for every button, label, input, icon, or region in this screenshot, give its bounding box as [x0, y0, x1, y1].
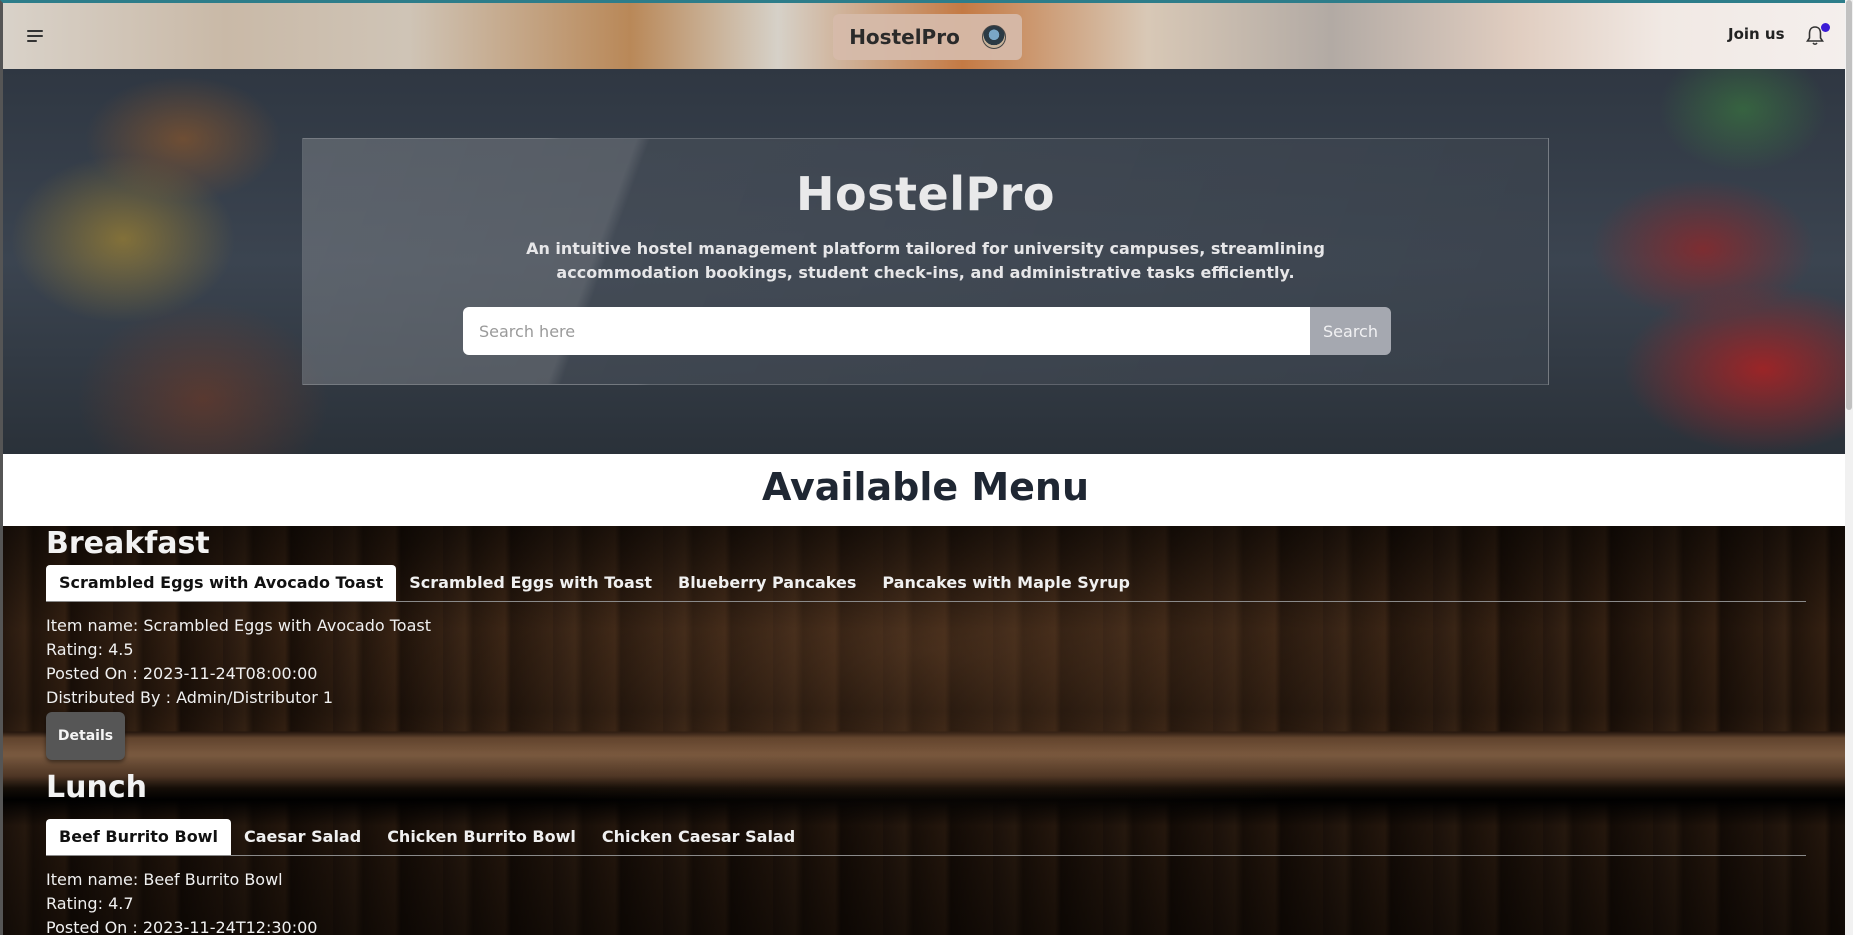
item-posted-on: Posted On : 2023-11-24T08:00:00 [46, 664, 318, 683]
meal-title: Breakfast [46, 526, 210, 561]
tab-item[interactable]: Caesar Salad [231, 819, 374, 855]
tab-item[interactable]: Chicken Caesar Salad [589, 819, 808, 855]
hero-title: HostelPro [796, 167, 1055, 221]
notification-dot [1821, 23, 1830, 32]
meal-tabs: Beef Burrito Bowl Caesar Salad Chicken B… [46, 819, 1806, 856]
page-scrollbar[interactable] [1845, 0, 1853, 935]
hero-banner: HostelPro An intuitive hostel management… [3, 69, 1845, 454]
search-input[interactable] [463, 307, 1310, 355]
item-posted-on: Posted On : 2023-11-24T12:30:00 [46, 918, 318, 935]
item-rating: Rating: 4.5 [46, 640, 134, 659]
item-info: Item name: Scrambled Eggs with Avocado T… [46, 614, 1806, 710]
scrollbar-thumb[interactable] [1846, 0, 1852, 410]
item-name: Item name: Scrambled Eggs with Avocado T… [46, 616, 431, 635]
meal-breakfast: Breakfast Scrambled Eggs with Avocado To… [46, 526, 1806, 760]
hero-subtitle: An intuitive hostel management platform … [526, 239, 1325, 282]
tab-item[interactable]: Pancakes with Maple Syrup [869, 565, 1143, 601]
item-info: Item name: Beef Burrito Bowl Rating: 4.7… [46, 868, 1806, 935]
meal-lunch: Lunch Beef Burrito Bowl Caesar Salad Chi… [46, 770, 1806, 935]
tab-item[interactable]: Scrambled Eggs with Toast [396, 565, 665, 601]
item-name: Item name: Beef Burrito Bowl [46, 870, 283, 889]
menu-heading-bar: Available Menu [3, 454, 1845, 526]
menu-heading: Available Menu [761, 465, 1090, 509]
meal-tabs: Scrambled Eggs with Avocado Toast Scramb… [46, 565, 1806, 602]
search-button[interactable]: Search [1310, 307, 1391, 355]
item-rating: Rating: 4.7 [46, 894, 134, 913]
brand-logo-icon [981, 25, 1006, 49]
details-button[interactable]: Details [46, 712, 125, 760]
hero-card: HostelPro An intuitive hostel management… [302, 138, 1549, 385]
brand-button[interactable]: HostelPro [833, 14, 1022, 60]
hamburger-menu-icon[interactable] [25, 27, 45, 45]
tab-item[interactable]: Blueberry Pancakes [665, 565, 869, 601]
tab-item[interactable]: Beef Burrito Bowl [46, 819, 231, 855]
brand-name: HostelPro [849, 25, 960, 49]
page-frame: HostelPro Join us HostelPro An intuitive… [0, 0, 1845, 935]
tab-item[interactable]: Scrambled Eggs with Avocado Toast [46, 565, 397, 601]
tab-item[interactable]: Chicken Burrito Bowl [374, 819, 589, 855]
item-distributed-by: Distributed By : Admin/Distributor 1 [46, 688, 334, 707]
search-bar: Search [463, 307, 1391, 355]
meal-title: Lunch [46, 770, 147, 805]
notification-bell-icon[interactable] [1806, 23, 1830, 47]
navbar: HostelPro Join us [3, 3, 1845, 69]
join-us-link[interactable]: Join us [1728, 25, 1785, 43]
